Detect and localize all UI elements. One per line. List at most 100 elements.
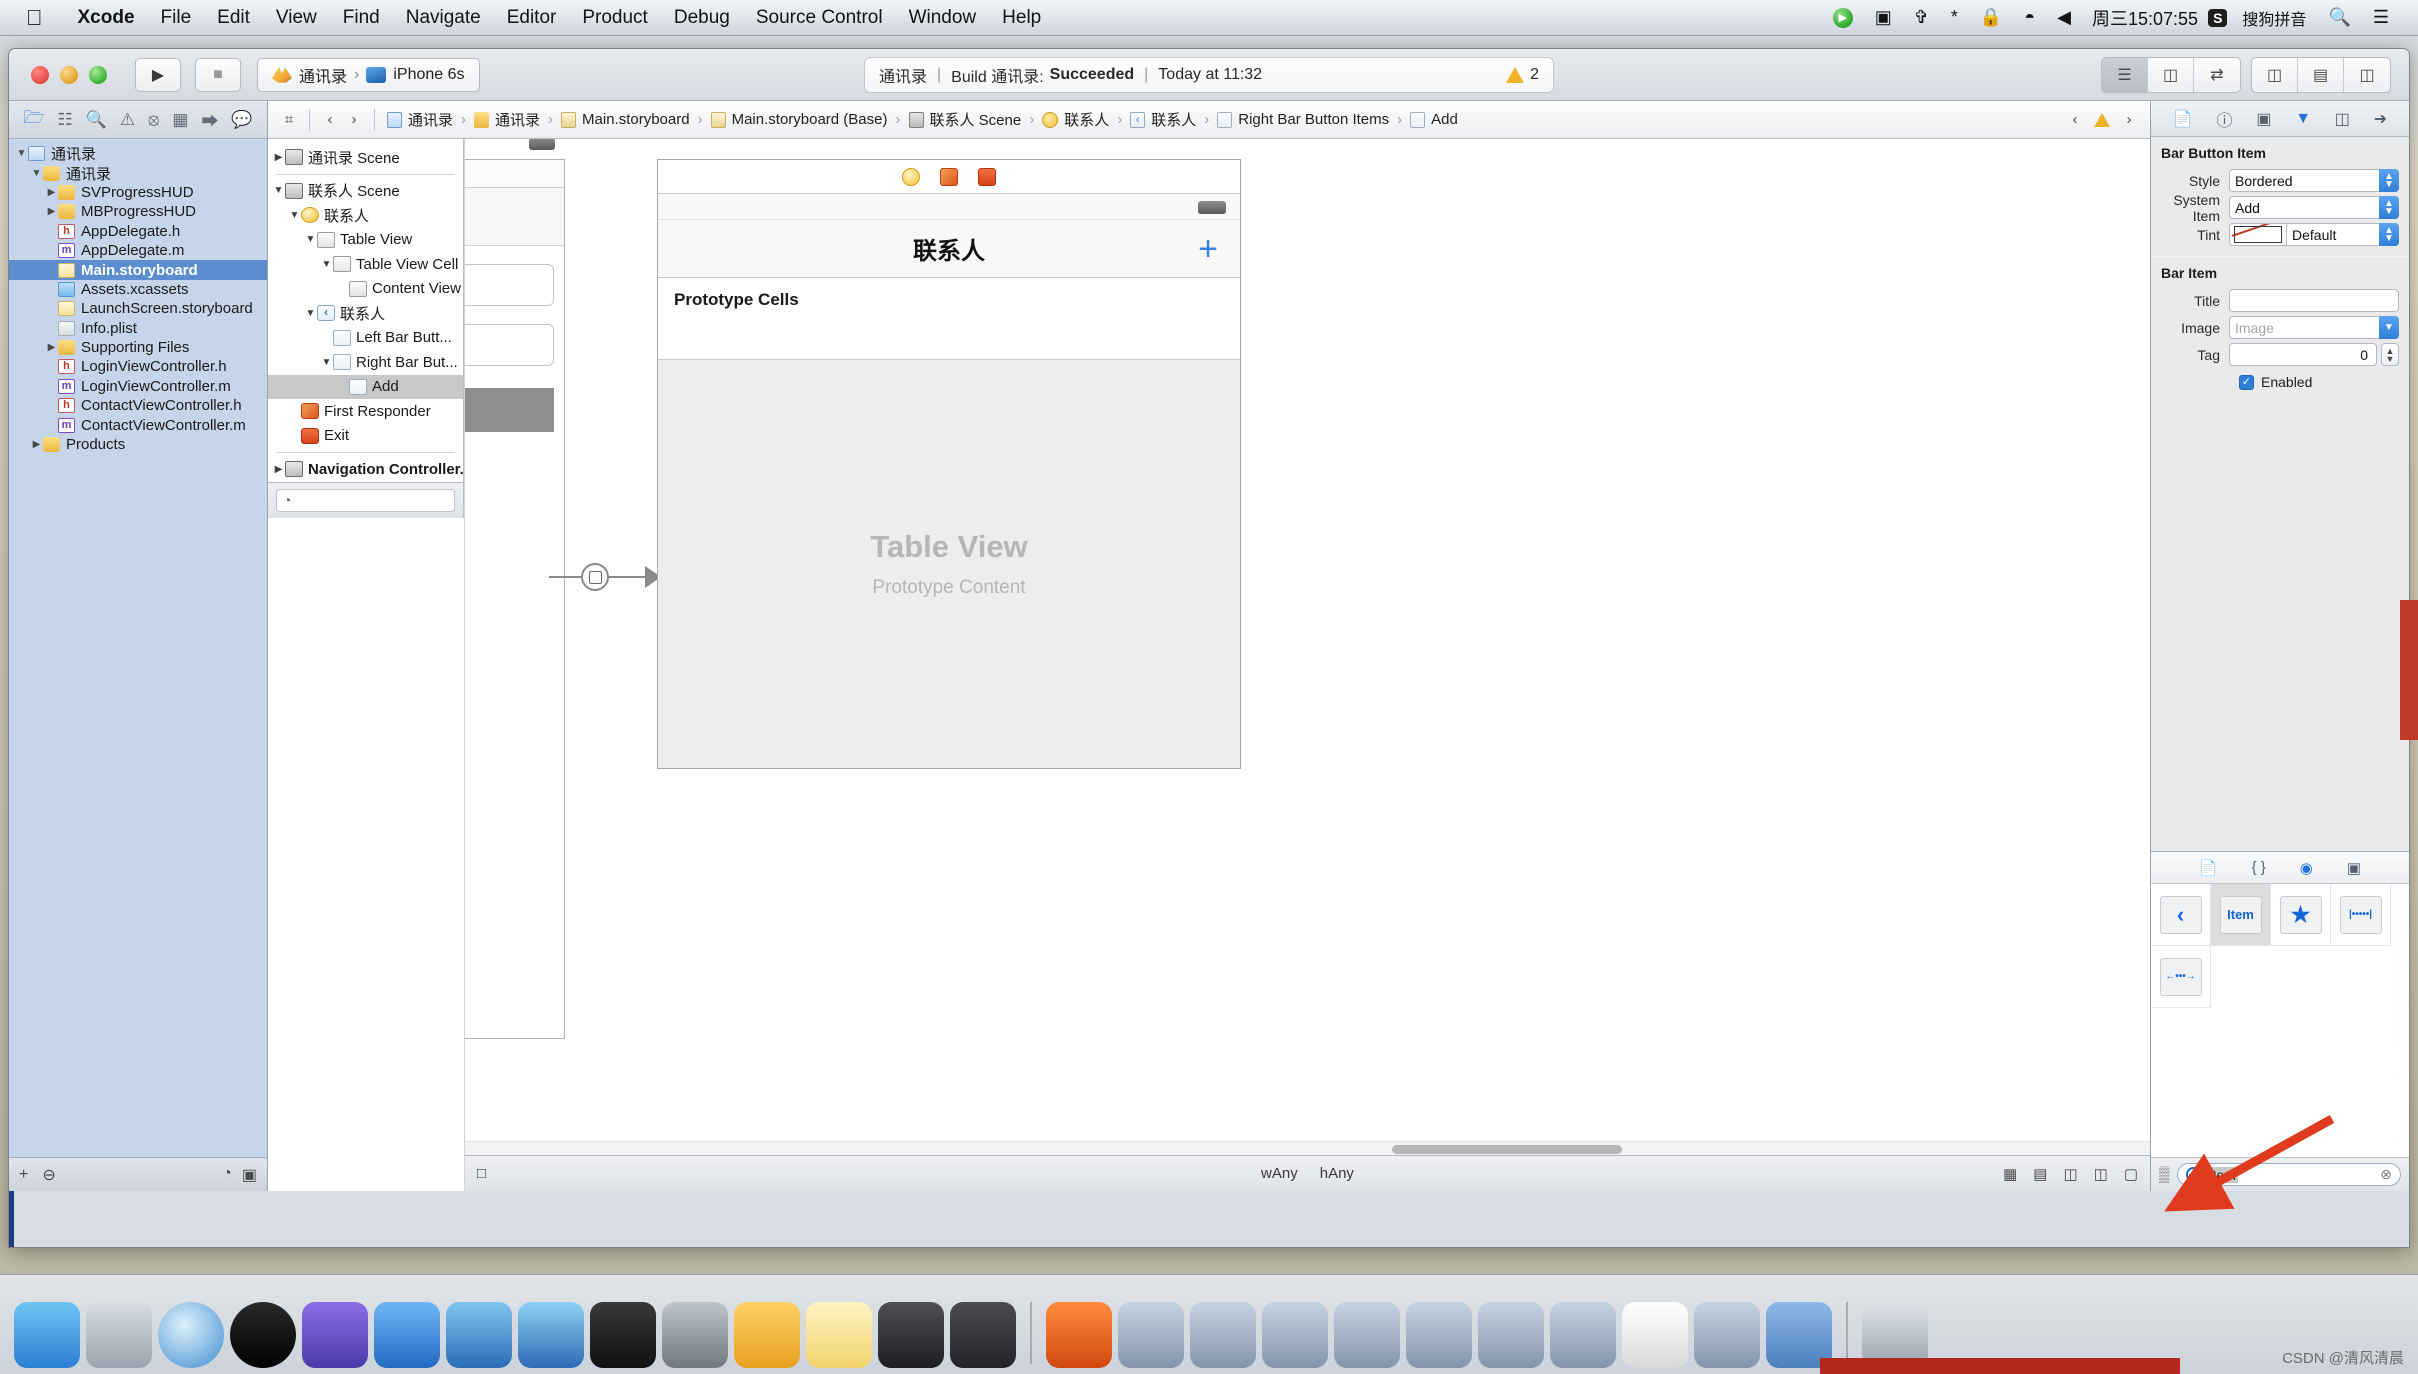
- dock-imovie-icon[interactable]: [302, 1302, 368, 1368]
- library-item[interactable]: ←•••→: [2151, 946, 2211, 1008]
- file-tree-row[interactable]: m AppDelegate.m: [9, 241, 267, 260]
- disclosure-triangle[interactable]: ▼: [30, 168, 43, 179]
- object-library-icon[interactable]: ◉: [2300, 859, 2313, 877]
- add-file-button[interactable]: +: [19, 1166, 28, 1184]
- minimize-button[interactable]: [60, 65, 78, 84]
- file-inspector-icon[interactable]: 📄: [2173, 109, 2193, 129]
- report-navigator-icon[interactable]: 💬: [231, 110, 252, 130]
- contact-scene[interactable]: 联系人 + Prototype Cells Table View Prototy…: [657, 159, 1241, 769]
- view-toggle-segment[interactable]: ◫ ▤ ◫: [2251, 56, 2391, 93]
- file-tree-row[interactable]: Assets.xcassets: [9, 280, 267, 299]
- outline-row[interactable]: ▼ Table View Cell: [268, 252, 463, 277]
- breadcrumb-item[interactable]: ‹ 联系人: [1127, 109, 1199, 130]
- file-tree-row[interactable]: m ContactViewController.m: [9, 415, 267, 434]
- close-button[interactable]: [31, 65, 49, 84]
- toggle-debug-icon[interactable]: ▤: [2298, 57, 2344, 92]
- disclosure-triangle[interactable]: ▶: [45, 342, 58, 353]
- source-control-filter-icon[interactable]: ▣: [242, 1165, 257, 1185]
- dock-notes-icon[interactable]: [806, 1302, 872, 1368]
- file-tree-row[interactable]: ▶ Products: [9, 435, 267, 454]
- dock-window-2[interactable]: [1190, 1302, 1256, 1368]
- image-combo-arrow[interactable]: ▼: [2379, 316, 2399, 339]
- bluetooth-icon[interactable]: *: [1940, 7, 1969, 28]
- enabled-checkbox[interactable]: ✓: [2239, 374, 2254, 390]
- adjacent-scene-partial[interactable]: [465, 139, 565, 1039]
- menu-file[interactable]: File: [148, 7, 205, 29]
- standard-editor-icon[interactable]: ☰: [2102, 57, 2148, 92]
- tint-popup[interactable]: Default ▲ ▼: [2286, 223, 2399, 246]
- disclosure-triangle[interactable]: ▼: [320, 357, 333, 368]
- dock-xcode-icon[interactable]: [446, 1302, 512, 1368]
- test-navigator-icon[interactable]: ⦻: [148, 110, 159, 130]
- menu-help[interactable]: Help: [989, 7, 1054, 29]
- version-editor-icon[interactable]: ⇄: [2194, 58, 2240, 92]
- identity-inspector-icon[interactable]: ▣: [2256, 109, 2271, 129]
- resolve-issues-icon[interactable]: ▢: [2124, 1165, 2138, 1183]
- scene-navigation-bar[interactable]: 联系人 +: [658, 220, 1240, 278]
- dock-window-7[interactable]: [1550, 1302, 1616, 1368]
- outline-row[interactable]: ▼ Table View: [268, 228, 463, 253]
- dock-finder-icon[interactable]: [14, 1302, 80, 1368]
- file-tree-row[interactable]: h LoginViewController.h: [9, 357, 267, 376]
- breadcrumb-item[interactable]: 通讯录: [471, 109, 543, 130]
- style-popup[interactable]: Bordered ▲ ▼: [2229, 169, 2399, 192]
- media-library-icon[interactable]: ▣: [2347, 859, 2361, 877]
- file-tree-row[interactable]: ▼ 通讯录: [9, 144, 267, 163]
- outline-row[interactable]: ▼ 联系人: [268, 203, 463, 228]
- dock-window-5[interactable]: [1406, 1302, 1472, 1368]
- file-tree-row[interactable]: h ContactViewController.h: [9, 396, 267, 415]
- run-button[interactable]: ▶: [135, 57, 181, 92]
- spotlight-search-icon[interactable]: 🔍: [2317, 7, 2361, 28]
- disclosure-triangle[interactable]: ▼: [15, 148, 28, 159]
- disclosure-triangle[interactable]: ▶: [45, 206, 58, 217]
- disclosure-triangle[interactable]: ▶: [272, 464, 285, 475]
- tint-popup-arrows[interactable]: ▲ ▼: [2379, 223, 2399, 246]
- outline-row[interactable]: ▶ 通讯录 Scene: [268, 145, 463, 170]
- dock-xcode-beta-icon[interactable]: [518, 1302, 584, 1368]
- breadcrumb-item[interactable]: Add: [1407, 111, 1461, 128]
- input-method-badge[interactable]: S: [2208, 8, 2228, 27]
- jumpbar-back-icon[interactable]: ‹: [319, 109, 341, 131]
- dock-appstore-icon[interactable]: [374, 1302, 440, 1368]
- scrollbar-thumb[interactable]: [1391, 1145, 1622, 1154]
- outline-row[interactable]: First Responder: [268, 399, 463, 424]
- menu-navigate[interactable]: Navigate: [393, 7, 494, 29]
- filter-button[interactable]: ⊖: [42, 1165, 55, 1185]
- next-issue-icon[interactable]: ›: [2118, 109, 2140, 131]
- exit-icon[interactable]: [978, 167, 996, 186]
- pin-icon[interactable]: ◫: [2094, 1165, 2108, 1183]
- notification-center-icon[interactable]: ☰: [2362, 7, 2400, 28]
- file-tree-row[interactable]: ▶ MBProgressHUD: [9, 202, 267, 221]
- toggle-navigator-icon[interactable]: ◫: [2252, 57, 2298, 92]
- connections-inspector-icon[interactable]: ➜: [2374, 109, 2387, 129]
- volume-icon[interactable]: ◀: [2046, 7, 2082, 28]
- status-warning-group[interactable]: 2: [1506, 66, 1539, 84]
- file-template-library-icon[interactable]: 📄: [2199, 859, 2218, 877]
- dock-keynote-icon[interactable]: [878, 1302, 944, 1368]
- outline-row[interactable]: Left Bar Butt...: [268, 326, 463, 351]
- outline-row[interactable]: ▶ Navigation Controller...: [268, 457, 463, 482]
- menu-edit[interactable]: Edit: [204, 7, 263, 29]
- file-tree-row[interactable]: LaunchScreen.storyboard: [9, 299, 267, 318]
- first-responder-icon[interactable]: [940, 167, 958, 186]
- attributes-inspector-icon[interactable]: ▼: [2295, 110, 2311, 128]
- breadcrumb-item[interactable]: 通讯录: [384, 109, 456, 130]
- outline-row[interactable]: ▼ ‹ 联系人: [268, 301, 463, 326]
- style-popup-arrows[interactable]: ▲ ▼: [2379, 169, 2399, 192]
- dock-launchpad-icon[interactable]: [86, 1302, 152, 1368]
- table-view-placeholder[interactable]: Table View Prototype Content: [658, 360, 1240, 768]
- outline-filter-field[interactable]: ◔: [276, 488, 455, 512]
- tag-input[interactable]: 0: [2229, 343, 2377, 366]
- canvas-horizontal-scrollbar[interactable]: [465, 1141, 2150, 1155]
- stop-button[interactable]: ■: [195, 57, 241, 92]
- menu-xcode[interactable]: Xcode: [65, 7, 148, 29]
- source-control-navigator-icon[interactable]: ☷: [58, 110, 73, 130]
- file-tree-row[interactable]: ▼ 通讯录: [9, 163, 267, 183]
- library-item[interactable]: Item: [2211, 884, 2271, 946]
- dock-window-1[interactable]: [1118, 1302, 1184, 1368]
- quick-help-icon[interactable]: ⓘ: [2217, 107, 2233, 131]
- system-item-popup[interactable]: Add ▲ ▼: [2229, 196, 2399, 219]
- outline-row[interactable]: Exit: [268, 424, 463, 449]
- dock-safari-icon[interactable]: [158, 1302, 224, 1368]
- dock-window-6[interactable]: [1478, 1302, 1544, 1368]
